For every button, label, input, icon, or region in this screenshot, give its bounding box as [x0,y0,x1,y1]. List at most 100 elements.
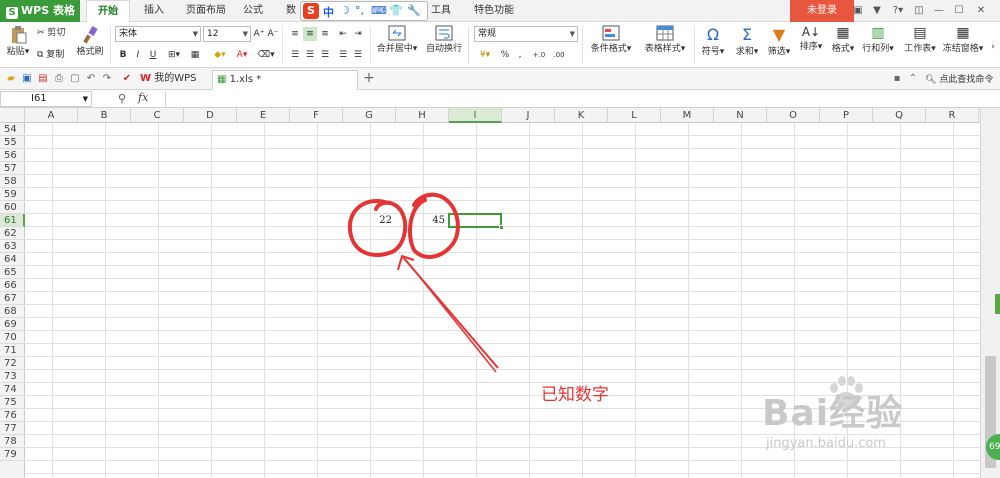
row-header-59[interactable]: 59 [0,188,25,201]
plus-icon[interactable]: + [362,71,376,85]
conditional-format-button[interactable]: 条件格式▾ [586,25,636,54]
format-button[interactable]: ▦ 格式▾ [828,25,858,54]
column-header-p[interactable]: P [820,108,873,123]
row-header-65[interactable]: 65 [0,266,25,279]
help-icon[interactable]: ?▾ [888,4,908,18]
row-header-73[interactable]: 73 [0,370,25,383]
border-icon[interactable]: ⊞▾ [164,48,184,62]
column-header-i[interactable]: I [449,108,502,123]
formula-input[interactable] [165,91,1000,107]
undo-icon[interactable]: ↶ [84,72,98,86]
save-icon[interactable]: ▣ [20,72,34,86]
rows-cols-button[interactable]: ▥ 行和列▾ [860,25,896,54]
export-pdf-icon[interactable]: ▤ [36,72,50,86]
sum-button[interactable]: Σ 求和▾ [732,25,762,57]
sort-button[interactable]: A↓ 排序▾ [796,25,826,52]
cut-button[interactable]: ✂ 剪切 [37,25,75,38]
column-header-l[interactable]: L [608,108,661,123]
font-grow-icon[interactable]: A⁺ [252,27,266,41]
row-header-63[interactable]: 63 [0,240,25,253]
align-right-icon[interactable]: ☰ [318,48,332,62]
column-header-n[interactable]: N [714,108,767,123]
tab-tools[interactable]: 工具 [425,0,457,22]
italic-icon[interactable]: I [131,48,145,62]
fill-color-icon[interactable]: ◆▾ [210,48,230,62]
increase-decimal-icon[interactable]: +.0 [530,48,548,62]
chevron-right-icon[interactable]: › [986,40,1000,54]
bold-icon[interactable]: B [116,48,130,62]
merge-cells-icon[interactable]: ▦ [188,48,202,62]
tab-special[interactable]: 特色功能 [466,0,522,22]
name-box[interactable]: I61 ▼ [0,91,92,107]
column-header-a[interactable]: A [25,108,78,123]
column-header-j[interactable]: J [502,108,555,123]
shirt-icon[interactable]: 👕 [389,4,403,17]
row-header-54[interactable]: 54 [0,123,25,136]
command-search[interactable]: 🔍︎ 点此查找命令 [925,72,993,85]
side-panel-toggle[interactable] [995,294,1000,314]
punctuation-icon[interactable]: °, [355,4,364,17]
tab-my-wps[interactable]: W 我的WPS × [136,70,210,102]
column-header-q[interactable]: Q [873,108,926,123]
pin-icon[interactable]: ✔ [120,72,134,86]
copy-button[interactable]: ⧉ 复制 [37,47,75,60]
align-top-icon[interactable]: ≡ [288,27,302,41]
underline-icon[interactable]: U [146,48,160,62]
open-folder-icon[interactable]: ▰ [4,72,18,86]
column-header-k[interactable]: K [555,108,608,123]
print-icon[interactable]: ⎙ [52,72,66,86]
chevron-up-icon[interactable]: ⌃ [906,72,920,86]
paste-button[interactable]: 粘贴▾ [4,26,32,57]
tab-insert[interactable]: 插入 [134,0,174,22]
clear-format-icon[interactable]: ⌫▾ [256,48,276,62]
font-name-select[interactable]: 宋体 ▼ [115,26,201,42]
print-preview-icon[interactable]: ▢ [68,72,82,86]
column-header-b[interactable]: B [78,108,131,123]
ime-mode[interactable]: 中 [323,4,334,20]
keyboard-icon[interactable]: ⌨ [371,4,387,17]
ime-toolbar[interactable]: S 中 ☽ °, ⌨ 👕 🔧 [300,1,428,21]
vertical-scrollbar[interactable] [980,108,1000,478]
justify-icon[interactable]: ☰ [336,48,350,62]
align-middle-icon[interactable]: ≡ [303,27,317,41]
row-header-68[interactable]: 68 [0,305,25,318]
font-shrink-icon[interactable]: A⁻ [266,27,280,41]
align-bottom-icon[interactable]: ≡ [318,27,332,41]
login-button[interactable]: 未登录 [790,0,854,22]
row-header-71[interactable]: 71 [0,344,25,357]
currency-icon[interactable]: ¥▾ [475,48,495,62]
align-center-icon[interactable]: ☰ [303,48,317,62]
status-icon[interactable]: ▪ [890,72,904,86]
font-size-select[interactable]: 12 ▼ [203,26,251,42]
format-painter-button[interactable]: 格式刷 [76,26,104,57]
column-header-c[interactable]: C [131,108,184,123]
redo-icon[interactable]: ↷ [100,72,114,86]
row-header-70[interactable]: 70 [0,331,25,344]
row-header-66[interactable]: 66 [0,279,25,292]
thousands-icon[interactable]: , [513,48,527,62]
app-menu-button[interactable]: SWPS 表格 ▾ [0,0,80,38]
close-icon[interactable]: ✕ [974,4,988,18]
row-header-76[interactable]: 76 [0,409,25,422]
distribute-icon[interactable]: ☰ [351,48,365,62]
row-header-56[interactable]: 56 [0,149,25,162]
merge-center-button[interactable]: 合并居中▾ [374,25,420,54]
column-header-h[interactable]: H [396,108,449,123]
row-header-75[interactable]: 75 [0,396,25,409]
moon-icon[interactable]: ☽ [340,4,350,17]
filter-button[interactable]: ▼ 筛选▾ [764,25,794,57]
row-header-79[interactable]: 79 [0,448,25,461]
zoom-icon[interactable]: ⚲ [118,92,126,105]
percent-icon[interactable]: % [498,48,512,62]
row-header-62[interactable]: 62 [0,227,25,240]
number-format-select[interactable]: 常规 ▼ [474,26,578,42]
fill-handle[interactable] [499,225,504,230]
row-header-72[interactable]: 72 [0,357,25,370]
tab-data[interactable]: 数 [282,0,300,22]
row-header-64[interactable]: 64 [0,253,25,266]
tab-formula[interactable]: 公式 [236,0,270,22]
row-header-78[interactable]: 78 [0,435,25,448]
worksheet-button[interactable]: ▤ 工作表▾ [900,25,940,54]
restore-icon[interactable]: ◫ [912,4,926,18]
tab-page-layout[interactable]: 页面布局 [178,0,234,22]
